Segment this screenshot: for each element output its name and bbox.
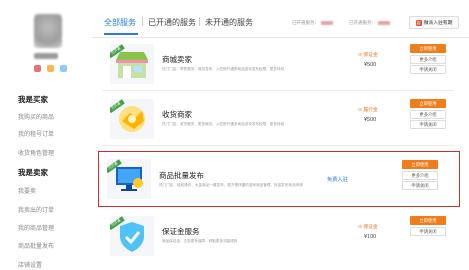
deposit-label: ⊙ 保证金	[358, 225, 378, 230]
tab-opened-services[interactable]: 已开通的服务	[148, 17, 196, 28]
service-card-batch-publish: 已开通 商品批量发布 热门门店、轻松操作、大量商品一键发布，更方便快捷的游戏商品…	[98, 151, 460, 207]
service-title: 商城卖家	[162, 55, 192, 64]
service-actions: 立即使用 申请关闭	[410, 216, 446, 237]
sidebar-item-sold-orders[interactable]: 我卖出的订单	[18, 205, 54, 214]
use-now-button[interactable]: 立即使用	[410, 44, 446, 53]
avatar[interactable]	[34, 14, 62, 48]
sidebar-item-purchased[interactable]: 我购买的商品	[18, 112, 54, 121]
opened-count: 已开通服务：	[292, 20, 333, 26]
more-info-button[interactable]: 更多介绍	[410, 54, 446, 64]
deposit-thumbnail: 已开通	[110, 216, 154, 256]
service-description: 热门门店、寄售服务、商品发布、入驻即开通多商品游戏发布权限、更多特权	[162, 67, 285, 71]
service-price: ¥500	[364, 117, 377, 123]
row-divider	[102, 145, 454, 146]
service-title: 保证金服务	[162, 227, 200, 236]
service-description: 热门门店、收货服务、更多服务、入驻即开通多商品游戏发布权限、更多特权	[162, 122, 285, 126]
apply-close-button[interactable]: 申请关闭	[410, 226, 446, 236]
use-now-button[interactable]: 立即使用	[410, 216, 446, 225]
user-badges	[34, 65, 67, 72]
active-tab-indicator	[104, 33, 138, 35]
sidebar-item-sell[interactable]: 我要卖	[18, 186, 36, 195]
service-description: 热门门店、轻松操作、大量商品一键发布，更方便快捷的游戏商品管理，批量发布商品申请	[159, 183, 303, 187]
service-actions: 立即使用 更多介绍 申请关闭	[402, 160, 438, 192]
sidebar-item-rental-orders[interactable]: 我的租号订单	[18, 129, 54, 138]
sidebar-section-seller: 我是卖家	[18, 168, 48, 177]
batch-publish-thumbnail: 已开通	[107, 159, 151, 199]
username-blurred	[34, 53, 58, 59]
service-title: 收货商家	[162, 110, 192, 119]
deposit-label: ⊙ 保证金	[358, 53, 378, 58]
deposit-label: ⊙ 履行金	[358, 108, 378, 113]
tab-all-services[interactable]: 全部服务	[104, 17, 136, 28]
tab-divider	[199, 17, 200, 26]
row-divider	[102, 90, 454, 91]
tab-unopened-services[interactable]: 未开通的服务	[205, 17, 253, 28]
service-actions: 立即使用 更多介绍 申请关闭	[410, 44, 446, 76]
service-card-receiving-merchant: 已开通 收货商家 热门门店、收货服务、更多服务、入驻即开通多商品游戏发布权限、更…	[102, 95, 454, 141]
main-panel: 全部服务 已开通的服务 未开通的服务 已开通服务： 已开通服务： 店 微派入驻有…	[92, 0, 469, 270]
service-price: ¥500	[364, 62, 377, 68]
apply-close-button[interactable]: 申请关闭	[402, 181, 438, 190]
service-price: ¥100	[364, 234, 377, 240]
sidebar: 我是买家 我购买的商品 我的租号订单 收货角色管理 我是卖家 我要卖 我卖出的订…	[0, 0, 92, 270]
market-apply-button[interactable]: 店 微派入驻有期	[409, 16, 459, 29]
receiving-merchant-thumbnail: 已开通	[110, 99, 154, 139]
free-join-link[interactable]: 免费入驻	[327, 176, 348, 183]
unopened-count: 已开通服务：	[349, 20, 390, 26]
sidebar-item-batch-publish[interactable]: 商品批量发布	[18, 241, 54, 250]
service-title: 商品批量发布	[159, 171, 204, 180]
sidebar-item-shop-settings[interactable]: 店铺设置	[18, 260, 42, 269]
use-now-button[interactable]: 立即使用	[402, 160, 438, 169]
service-card-mall-seller: 已开通 商城卖家 热门门店、寄售服务、商品发布、入驻即开通多商品游戏发布权限、更…	[102, 40, 454, 86]
more-info-button[interactable]: 更多介绍	[410, 109, 446, 119]
apply-close-button[interactable]: 申请关闭	[410, 65, 446, 74]
sidebar-item-receive-roles[interactable]: 收货角色管理	[18, 148, 54, 157]
use-now-button[interactable]: 立即使用	[410, 99, 446, 108]
service-description: 商品保证金，交易更有保障，获取更多流量倾斜	[162, 239, 238, 243]
service-actions: 立即使用 更多介绍 申请关闭	[410, 99, 446, 131]
mall-seller-thumbnail: 已开通	[110, 44, 154, 84]
service-tabs: 全部服务 已开通的服务 未开通的服务 已开通服务： 已开通服务： 店 微派入驻有…	[92, 0, 469, 38]
shop-icon: 店	[415, 19, 422, 26]
sidebar-section-buyer: 我是买家	[18, 95, 48, 104]
tab-divider	[142, 17, 143, 26]
verified-badge-icon	[34, 65, 41, 72]
email-badge-icon	[60, 65, 67, 72]
more-info-button[interactable]: 更多介绍	[402, 170, 438, 180]
phone-badge-icon	[47, 65, 54, 72]
apply-close-button[interactable]: 申请关闭	[410, 120, 446, 129]
sidebar-item-my-products[interactable]: 我的商品管理	[18, 223, 54, 232]
service-card-deposit: 已开通 保证金服务 商品保证金，交易更有保障，获取更多流量倾斜 ⊙ 保证金 ¥1…	[102, 212, 454, 258]
